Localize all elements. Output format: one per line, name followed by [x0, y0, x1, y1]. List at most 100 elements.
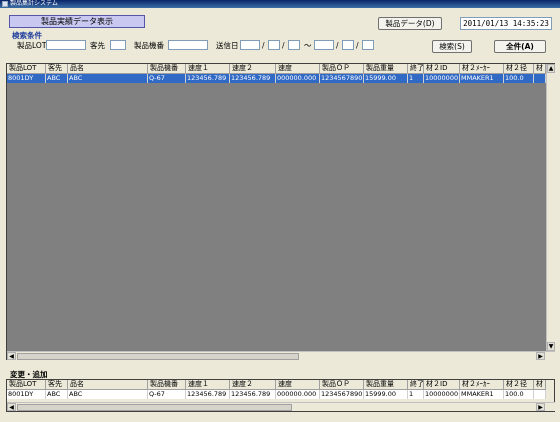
- slash-4: /: [356, 41, 359, 50]
- results-col-header[interactable]: 材２ID: [424, 64, 460, 74]
- edit-col-header[interactable]: 速度: [276, 380, 320, 390]
- window-title: 製品集計システム: [10, 0, 58, 7]
- slash-3: /: [336, 41, 339, 50]
- edit-horizontal-scrollbar[interactable]: ◀ ▶: [7, 402, 555, 411]
- edit-col-header[interactable]: 終了: [408, 380, 424, 390]
- results-grid-header: 製品LOT 客先 品名 製品機番 速度１ 速度２ 速度 製品ＯＰ 製品重量 終了 材２ID 材２ﾒｰｶ…: [7, 64, 546, 74]
- results-cell[interactable]: 123456.789: [230, 74, 276, 83]
- results-col-header[interactable]: 製品重量: [364, 64, 408, 74]
- results-cell[interactable]: 10000000: [424, 74, 460, 83]
- edit-col-header[interactable]: 材: [534, 380, 546, 390]
- edit-col-header[interactable]: 製品ＯＰ: [320, 380, 364, 390]
- results-col-header[interactable]: 速度: [276, 64, 320, 74]
- view-results-button[interactable]: 製品実績データ表示: [9, 15, 145, 28]
- results-cell[interactable]: 8001DY: [7, 74, 46, 83]
- results-horizontal-scrollbar[interactable]: ◀ ▶: [7, 351, 555, 360]
- edit-cell[interactable]: ABC: [46, 390, 68, 399]
- results-col-header[interactable]: 製品LOT: [7, 64, 46, 74]
- edit-cell[interactable]: 15999.00: [364, 390, 408, 399]
- search-section-title: 検索条件: [12, 31, 42, 40]
- results-cell[interactable]: 000000.000: [276, 74, 320, 83]
- edit-col-header[interactable]: 製品LOT: [7, 380, 46, 390]
- edit-row[interactable]: 8001DY ABC ABC Q-67 123456.789 123456.789 0000…: [7, 390, 546, 399]
- edit-scroll-left-icon[interactable]: ◀: [7, 403, 16, 411]
- edit-grid-header: 製品LOT 客先 品名 製品機番 速度１ 速度２ 速度 製品ＯＰ 製品重量 終了 材２ID 材２ﾒｰｶ…: [7, 380, 546, 390]
- scroll-down-icon[interactable]: ▼: [547, 342, 555, 351]
- edit-cell[interactable]: 1234567890: [320, 390, 364, 399]
- results-cell[interactable]: 1234567890: [320, 74, 364, 83]
- edit-col-header[interactable]: 材２ﾒｰｶｰ: [460, 380, 504, 390]
- results-col-header[interactable]: 客先: [46, 64, 68, 74]
- lot-label: 製品LOT: [17, 41, 47, 50]
- results-cell[interactable]: ABC: [46, 74, 68, 83]
- to-year-input[interactable]: [314, 40, 334, 50]
- edit-scroll-thumb[interactable]: [17, 404, 292, 411]
- edit-col-header[interactable]: 客先: [46, 380, 68, 390]
- to-day-input[interactable]: [362, 40, 374, 50]
- edit-cell[interactable]: 10000000: [424, 390, 460, 399]
- title-bar: 製品集計システム: [0, 0, 560, 8]
- results-grid[interactable]: 製品LOT 客先 品名 製品機番 速度１ 速度２ 速度 製品ＯＰ 製品重量 終了 材２ID 材２ﾒｰｶ…: [6, 63, 555, 360]
- product-data-button[interactable]: 製品データ(D): [378, 17, 442, 30]
- results-col-header[interactable]: 製品ＯＰ: [320, 64, 364, 74]
- show-all-button[interactable]: 全件(A): [494, 40, 546, 53]
- customer-input[interactable]: [110, 40, 126, 50]
- edit-col-header[interactable]: 速度１: [186, 380, 230, 390]
- edit-cell[interactable]: 8001DY: [7, 390, 46, 399]
- results-cell[interactable]: 100.0: [504, 74, 534, 83]
- edit-col-header[interactable]: 製品重量: [364, 380, 408, 390]
- from-month-input[interactable]: [268, 40, 280, 50]
- edit-cell[interactable]: 1: [408, 390, 424, 399]
- edit-cell[interactable]: Q-67: [148, 390, 186, 399]
- edit-col-header[interactable]: 製品機番: [148, 380, 186, 390]
- results-cell[interactable]: ABC: [68, 74, 148, 83]
- results-vertical-scrollbar[interactable]: ▲ ▼: [546, 64, 555, 351]
- send-date-label: 送信日: [216, 41, 239, 50]
- results-cell[interactable]: 123456.789: [186, 74, 230, 83]
- results-col-header[interactable]: 製品機番: [148, 64, 186, 74]
- results-cell[interactable]: [534, 74, 546, 83]
- from-year-input[interactable]: [240, 40, 260, 50]
- results-cell[interactable]: 1: [408, 74, 424, 83]
- to-month-input[interactable]: [342, 40, 354, 50]
- edit-cell[interactable]: ABC: [68, 390, 148, 399]
- scroll-left-icon[interactable]: ◀: [7, 352, 16, 360]
- table-row[interactable]: 8001DY ABC ABC Q-67 123456.789 123456.789 0000…: [7, 74, 546, 83]
- scroll-thumb[interactable]: [17, 353, 299, 360]
- edit-cell[interactable]: [534, 390, 546, 399]
- edit-grid[interactable]: 製品LOT 客先 品名 製品機番 速度１ 速度２ 速度 製品ＯＰ 製品重量 終了 材２ID 材２ﾒｰｶ…: [6, 379, 555, 412]
- model-input[interactable]: [168, 40, 208, 50]
- edit-cell[interactable]: 123456.789: [230, 390, 276, 399]
- edit-col-header[interactable]: 材２ID: [424, 380, 460, 390]
- datetime-display: 2011/01/13 14:35:23: [460, 17, 552, 30]
- edit-col-header[interactable]: 速度２: [230, 380, 276, 390]
- results-col-header[interactable]: 速度１: [186, 64, 230, 74]
- edit-scroll-right-icon[interactable]: ▶: [536, 403, 545, 411]
- edit-cell[interactable]: MMAKER1: [460, 390, 504, 399]
- results-col-header[interactable]: 材２径: [504, 64, 534, 74]
- search-button[interactable]: 検索(S): [432, 40, 472, 53]
- lot-input[interactable]: [46, 40, 86, 50]
- slash-2: /: [282, 41, 285, 50]
- edit-cell[interactable]: 100.0: [504, 390, 534, 399]
- edit-cell[interactable]: 000000.000: [276, 390, 320, 399]
- from-day-input[interactable]: [288, 40, 300, 50]
- scroll-right-icon[interactable]: ▶: [536, 352, 545, 360]
- scroll-up-icon[interactable]: ▲: [547, 64, 555, 73]
- model-label: 製品機番: [134, 41, 164, 50]
- results-col-header[interactable]: 速度２: [230, 64, 276, 74]
- customer-label: 客先: [90, 41, 105, 50]
- results-cell[interactable]: MMAKER1: [460, 74, 504, 83]
- results-col-header[interactable]: 終了: [408, 64, 424, 74]
- results-cell[interactable]: 15999.00: [364, 74, 408, 83]
- results-col-header[interactable]: 品名: [68, 64, 148, 74]
- edit-col-header[interactable]: 材２径: [504, 380, 534, 390]
- range-tilde: ～: [304, 41, 312, 50]
- results-cell[interactable]: Q-67: [148, 74, 186, 83]
- edit-cell[interactable]: 123456.789: [186, 390, 230, 399]
- results-col-header[interactable]: 材２ﾒｰｶｰ: [460, 64, 504, 74]
- main-window: 製品集計システム 製品実績データ表示 製品データ(D) 2011/01/13 1…: [0, 0, 560, 422]
- edit-col-header[interactable]: 品名: [68, 380, 148, 390]
- app-icon: [2, 1, 8, 7]
- results-col-header[interactable]: 材: [534, 64, 546, 74]
